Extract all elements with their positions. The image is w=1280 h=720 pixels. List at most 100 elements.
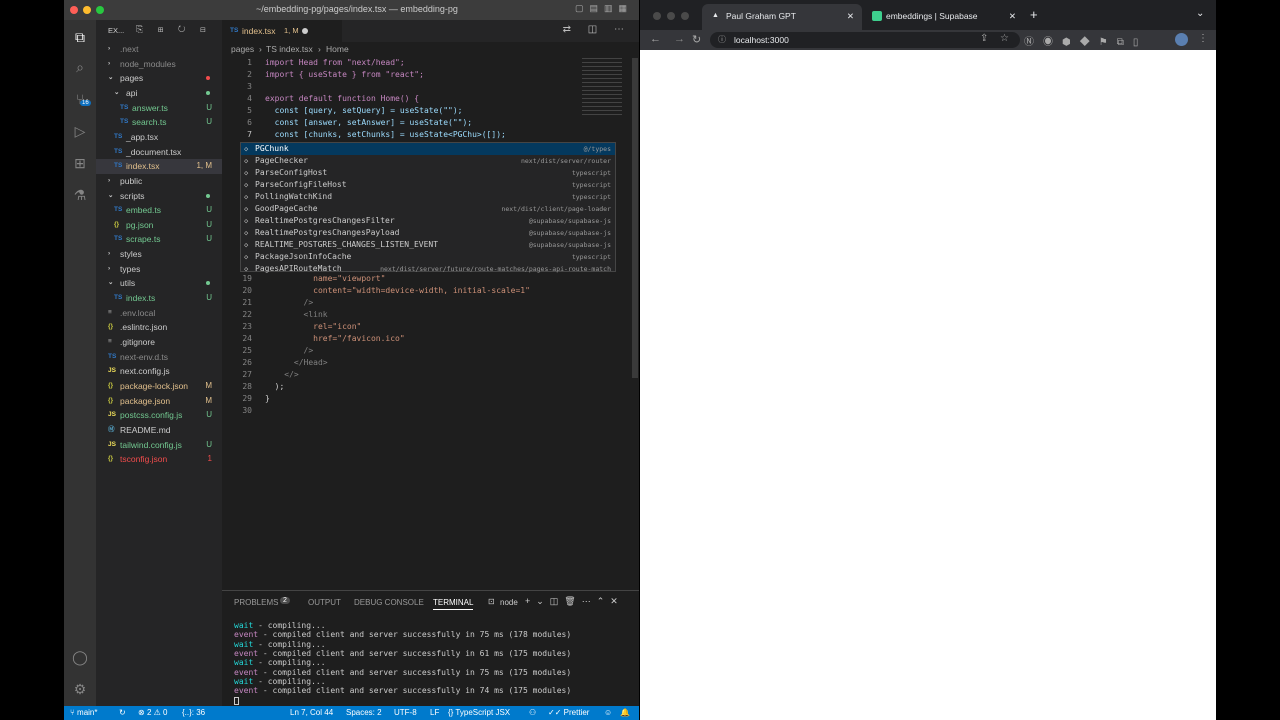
tree-item[interactable]: Ⓜ README.md <box>96 423 222 438</box>
suggestion-item[interactable]: ◇ PackageJsonInfoCache typescript <box>241 251 615 263</box>
bookmark-star-icon[interactable]: ☆ <box>1000 33 1009 44</box>
suggest-widget: ◇ PGChunk @/types ◇ PageChecker next/dist/ser… <box>240 142 616 275</box>
search-icon[interactable]: ⌕ <box>71 58 89 76</box>
tree-item[interactable]: JS tailwind.config.js U <box>96 438 222 453</box>
suggestion-item[interactable]: ◇ PagesAPIRouteMatch next/dist/server/futu… <box>241 263 615 275</box>
tree-item[interactable]: ⌄ utils <box>96 276 222 291</box>
tree-item[interactable]: TS embed.ts U <box>96 203 222 218</box>
tree-item[interactable]: TS search.ts U <box>96 115 222 130</box>
tab-search-chevron-icon[interactable]: ⌄ <box>1196 8 1204 19</box>
tab-index-tsx[interactable]: TS index.tsx 1, M <box>222 20 342 42</box>
tab-close-icon[interactable]: ✕ <box>1009 4 1016 28</box>
testing-icon[interactable]: ⚗ <box>71 186 89 204</box>
tree-item[interactable]: ≡ .env.local <box>96 306 222 321</box>
suggestion-item[interactable]: ◇ ParseConfigHost typescript <box>241 167 615 179</box>
problems-indicator[interactable]: ⊗ 2 ⚠ 0 <box>138 708 167 717</box>
browser-close-button[interactable] <box>653 12 661 20</box>
feedback-icon[interactable]: ☺ <box>604 708 612 717</box>
layout-icons[interactable]: ▢▤▥▦ <box>575 3 633 14</box>
language-mode[interactable]: {} TypeScript JSX <box>448 708 510 717</box>
tree-item[interactable]: {} package-lock.json M <box>96 379 222 394</box>
extensions-icon[interactable]: ⊞ <box>71 154 89 172</box>
terminal-actions[interactable]: +⌄◫🗑⋯⌃✕ <box>525 596 624 607</box>
profile-avatar[interactable] <box>1175 33 1188 46</box>
maximize-window-button[interactable] <box>96 6 104 14</box>
suggestion-item[interactable]: ◇ ParseConfigFileHost typescript <box>241 179 615 191</box>
back-arrow-icon[interactable]: ← <box>650 33 661 45</box>
tree-item[interactable]: {} tsconfig.json 1 <box>96 452 222 467</box>
tree-item[interactable]: JS postcss.config.js U <box>96 408 222 423</box>
branch-indicator[interactable]: ⑂ main* <box>70 708 97 717</box>
settings-gear-icon[interactable]: ⚙ <box>71 680 89 698</box>
cursor-position[interactable]: Ln 7, Col 44 <box>290 708 333 717</box>
encoding[interactable]: UTF-8 <box>394 708 417 717</box>
editor-actions[interactable]: ⇄ ◫ ⋯ <box>563 24 631 35</box>
suggestion-item[interactable]: ◇ PollingWatchKind typescript <box>241 191 615 203</box>
indentation[interactable]: Spaces: 2 <box>346 708 382 717</box>
suggestion-label: ParseConfigFileHost <box>255 180 347 189</box>
terminal-name[interactable]: node <box>500 598 518 607</box>
tree-item[interactable]: TS next-env.d.ts <box>96 350 222 365</box>
run-debug-icon[interactable]: ▷ <box>71 122 89 140</box>
tree-item[interactable]: TS scrape.ts U <box>96 232 222 247</box>
close-window-button[interactable] <box>70 6 78 14</box>
minimize-window-button[interactable] <box>83 6 91 14</box>
tree-item[interactable]: TS answer.ts U <box>96 101 222 116</box>
site-info-icon[interactable]: ⓘ <box>718 34 726 45</box>
new-tab-plus-icon[interactable]: + <box>1030 7 1038 22</box>
forward-arrow-icon[interactable]: → <box>674 33 685 45</box>
tree-item[interactable]: › public <box>96 174 222 189</box>
account-icon[interactable]: ◯ <box>71 648 89 666</box>
sync-icon[interactable]: ↻ <box>119 708 126 717</box>
tree-item[interactable]: TS index.tsx 1, M <box>96 159 222 174</box>
tree-item[interactable]: JS next.config.js <box>96 364 222 379</box>
status-extra[interactable]: {..}: 36 <box>182 708 205 717</box>
unsaved-dot-icon[interactable] <box>302 28 308 34</box>
tree-item[interactable]: {} package.json M <box>96 394 222 409</box>
browser-menu-icon[interactable]: ⋮ <box>1198 33 1208 44</box>
tab-close-icon[interactable]: ✕ <box>847 4 854 28</box>
tree-item[interactable]: TS _document.tsx <box>96 145 222 160</box>
suggestion-item[interactable]: ◇ PageChecker next/dist/server/router <box>241 155 615 167</box>
tree-item[interactable]: › types <box>96 262 222 277</box>
tab-output[interactable]: OUTPUT <box>308 598 341 607</box>
tree-item[interactable]: ⌄ scripts <box>96 189 222 204</box>
tree-item[interactable]: ≡ .gitignore <box>96 335 222 350</box>
editor-scrollbar[interactable] <box>632 58 638 378</box>
suggestion-item[interactable]: ◇ REALTIME_POSTGRES_CHANGES_LISTEN_EVENT @… <box>241 239 615 251</box>
minimap[interactable] <box>582 58 622 118</box>
share-icon[interactable]: ⇪ <box>980 33 988 44</box>
tree-item[interactable]: TS _app.tsx <box>96 130 222 145</box>
tree-item[interactable]: {} .eslintrc.json <box>96 320 222 335</box>
suggestion-item[interactable]: ◇ RealtimePostgresChangesPayload @supabase… <box>241 227 615 239</box>
tree-item[interactable]: › styles <box>96 247 222 262</box>
tree-item[interactable]: TS index.ts U <box>96 291 222 306</box>
suggestion-item[interactable]: ◇ GoodPageCache next/dist/client/page-load… <box>241 203 615 215</box>
breadcrumb-pages[interactable]: pages <box>231 44 254 54</box>
tree-item[interactable]: › node_modules <box>96 57 222 72</box>
tree-item[interactable]: › .next <box>96 42 222 57</box>
breadcrumb-file[interactable]: TS index.tsx <box>266 44 313 54</box>
tree-item[interactable]: ⌄ api <box>96 86 222 101</box>
notifications-bell-icon[interactable]: 🔔 <box>620 708 630 717</box>
tree-item[interactable]: ⌄ pages <box>96 71 222 86</box>
prettier-indicator[interactable]: ✓✓ Prettier <box>548 708 589 717</box>
tab-problems[interactable]: PROBLEMS <box>234 598 278 607</box>
line-ending[interactable]: LF <box>430 708 439 717</box>
browser-tab-supabase[interactable]: embeddings | Supabase ✕ <box>866 4 1026 30</box>
explorer-icon[interactable]: ⧉ <box>71 28 89 46</box>
tab-terminal[interactable]: TERMINAL <box>433 598 474 610</box>
browser-minimize-button[interactable] <box>667 12 675 20</box>
address-bar[interactable]: ⓘ localhost:3000 <box>710 32 1020 48</box>
suggestion-item[interactable]: ◇ PGChunk @/types <box>241 143 615 155</box>
tree-item[interactable]: {} pg.json U <box>96 218 222 233</box>
explorer-actions[interactable]: ⎘ ⊞ ↻ ⊟ <box>136 24 212 35</box>
reload-icon[interactable]: ↻ <box>692 33 701 46</box>
suggestion-item[interactable]: ◇ RealtimePostgresChangesFilter @supabase/… <box>241 215 615 227</box>
breadcrumb-symbol[interactable]: Home <box>326 44 349 54</box>
tab-debug-console[interactable]: DEBUG CONSOLE <box>354 598 424 607</box>
browser-tab-paul-graham-gpt[interactable]: ▲ Paul Graham GPT ✕ <box>702 4 862 30</box>
extension-icons[interactable]: Ⓝ◉⬢◆⚑⧉▯ <box>1024 33 1147 48</box>
browser-maximize-button[interactable] <box>681 12 689 20</box>
live-share-icon[interactable]: ⚇ <box>529 708 536 717</box>
